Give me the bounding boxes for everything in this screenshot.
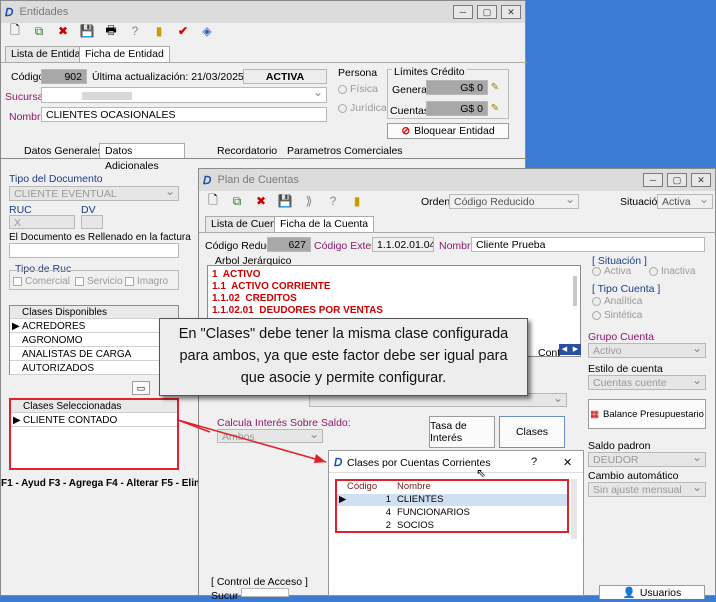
cursor-icon: ⇖ — [476, 466, 487, 480]
arrow-line — [177, 419, 211, 433]
arrow-line — [177, 419, 327, 463]
arrowhead — [314, 454, 326, 463]
callout-box: En "Clases" debe tener la misma clase co… — [159, 318, 528, 396]
callout-text: En "Clases" debe tener la misma clase co… — [178, 326, 509, 386]
annotation-arrows — [177, 419, 327, 463]
